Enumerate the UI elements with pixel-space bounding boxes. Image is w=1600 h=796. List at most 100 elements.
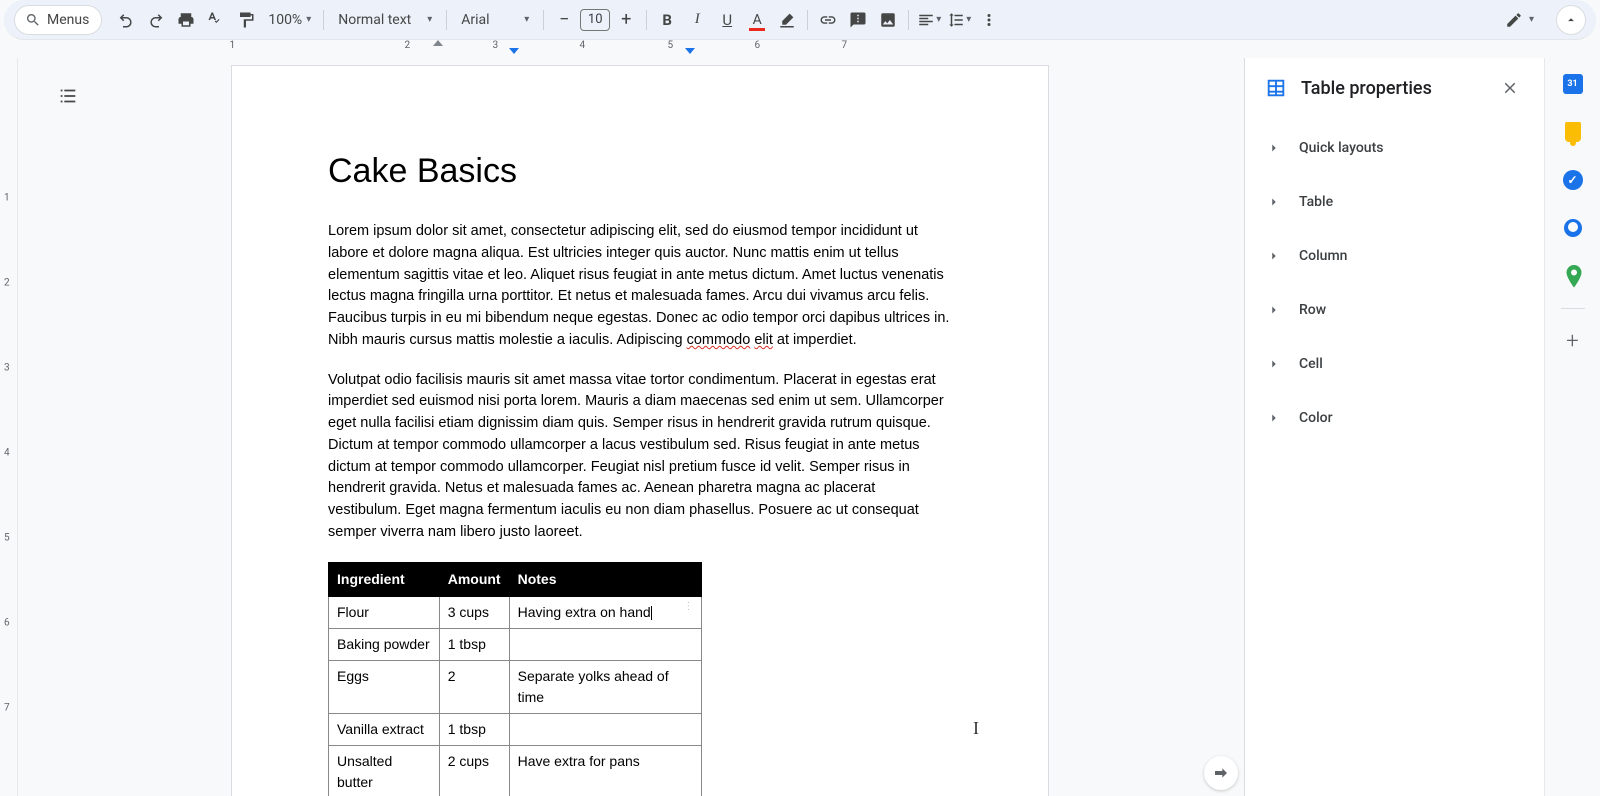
ingredients-table[interactable]: Ingredient Amount Notes Flour3 cupsHavin…: [328, 562, 702, 796]
table-cell[interactable]: 2: [439, 660, 509, 713]
search-icon: [25, 12, 41, 28]
document-title[interactable]: Cake Basics: [328, 146, 952, 197]
font-size-decrease-button[interactable]: −: [550, 6, 578, 34]
vertical-ruler[interactable]: 1 2 3 4 5 6 7: [0, 58, 18, 796]
maps-app-button[interactable]: [1553, 256, 1593, 296]
panel-section-column[interactable]: Column: [1245, 228, 1544, 282]
panel-section-label: Table: [1299, 194, 1333, 210]
ruler-tick: 4: [580, 40, 581, 50]
maps-icon: [1565, 265, 1581, 287]
table-cell[interactable]: Unsalted butter: [329, 745, 440, 796]
print-button[interactable]: [172, 6, 200, 34]
table-cell[interactable]: Eggs: [329, 660, 440, 713]
explore-button[interactable]: [1204, 756, 1238, 790]
menus-search[interactable]: Menus: [14, 5, 102, 35]
keep-icon: [1565, 122, 1581, 142]
redo-button[interactable]: [142, 6, 170, 34]
panel-section-color[interactable]: Color: [1245, 390, 1544, 444]
panel-section-quick-layouts[interactable]: Quick layouts: [1245, 120, 1544, 174]
separator: [323, 10, 324, 30]
underline-button[interactable]: U: [713, 6, 741, 34]
table-icon: [1265, 77, 1287, 99]
paragraph-style-select[interactable]: Normal text ▾: [330, 6, 440, 34]
chevron-right-icon: [1265, 411, 1283, 425]
zoom-select[interactable]: 100% ▾: [262, 6, 317, 34]
spellcheck-button[interactable]: [202, 6, 230, 34]
table-row[interactable]: Vanilla extract1 tbsp: [329, 713, 702, 745]
chevron-right-icon: [1265, 141, 1283, 155]
separator: [543, 10, 544, 30]
chevron-right-icon: [1265, 303, 1283, 317]
right-indent-marker[interactable]: [685, 48, 695, 54]
contacts-app-button[interactable]: [1553, 208, 1593, 248]
table-cell[interactable]: 1 tbsp: [439, 628, 509, 660]
first-line-indent[interactable]: [433, 40, 443, 46]
insert-image-button[interactable]: [874, 6, 902, 34]
format-paint-button[interactable]: [232, 6, 260, 34]
calendar-day: 31: [1567, 79, 1577, 89]
misspelled-word[interactable]: elit: [754, 332, 773, 348]
panel-section-label: Cell: [1299, 356, 1323, 372]
separator: [1561, 308, 1585, 309]
bold-button[interactable]: B: [653, 6, 681, 34]
table-cell[interactable]: Vanilla extract: [329, 713, 440, 745]
left-indent-marker[interactable]: [509, 48, 519, 54]
table-row[interactable]: Baking powder1 tbsp: [329, 628, 702, 660]
table-row[interactable]: Eggs2Separate yolks ahead of time: [329, 660, 702, 713]
hide-menus-button[interactable]: [1556, 5, 1586, 35]
align-button[interactable]: ▾: [915, 6, 943, 34]
panel-section-cell[interactable]: Cell: [1245, 336, 1544, 390]
text-cursor-icon: I: [973, 718, 979, 739]
calendar-app-button[interactable]: 31: [1553, 64, 1593, 104]
horizontal-ruler[interactable]: 1 2 3 4 5 6 7: [0, 40, 1600, 58]
undo-button[interactable]: [112, 6, 140, 34]
contacts-icon: [1564, 219, 1582, 237]
chevron-right-icon: [1265, 357, 1283, 371]
table-row[interactable]: Unsalted butter2 cupsHave extra for pans: [329, 745, 702, 796]
table-header-row[interactable]: Ingredient Amount Notes: [329, 562, 702, 596]
table-row[interactable]: Flour3 cupsHaving extra on hand⋮: [329, 596, 702, 628]
table-cell[interactable]: 3 cups: [439, 596, 509, 628]
cell-options-handle[interactable]: ⋮: [683, 602, 693, 612]
show-outline-button[interactable]: [50, 78, 86, 114]
tasks-app-button[interactable]: ✓: [1553, 160, 1593, 200]
text-caret: [651, 606, 652, 620]
separator: [807, 10, 808, 30]
table-cell[interactable]: 2 cups: [439, 745, 509, 796]
text-color-button[interactable]: A: [743, 6, 771, 34]
font-size-input[interactable]: 10: [580, 9, 610, 31]
more-button[interactable]: [975, 6, 1003, 34]
font-select[interactable]: Arial ▾: [453, 6, 537, 34]
font-size-increase-button[interactable]: +: [612, 6, 640, 34]
insert-comment-button[interactable]: [844, 6, 872, 34]
paragraph[interactable]: Volutpat odio facilisis mauris sit amet …: [328, 370, 952, 544]
misspelled-word[interactable]: commodo: [687, 332, 751, 348]
insert-link-button[interactable]: [814, 6, 842, 34]
table-cell[interactable]: 1 tbsp: [439, 713, 509, 745]
document-page[interactable]: Cake Basics Lorem ipsum dolor sit amet, …: [232, 66, 1048, 796]
italic-button[interactable]: I: [683, 6, 711, 34]
table-cell[interactable]: Have extra for pans: [509, 745, 702, 796]
keep-app-button[interactable]: [1553, 112, 1593, 152]
table-cell[interactable]: Baking powder: [329, 628, 440, 660]
highlight-button[interactable]: [773, 6, 801, 34]
ruler-tick: 5: [668, 40, 669, 50]
table-header-cell[interactable]: Ingredient: [329, 562, 440, 596]
table-cell[interactable]: Having extra on hand⋮: [509, 596, 702, 628]
paragraph[interactable]: Lorem ipsum dolor sit amet, consectetur …: [328, 221, 952, 352]
document-canvas[interactable]: Cake Basics Lorem ipsum dolor sit amet, …: [18, 58, 1244, 796]
close-panel-button[interactable]: [1496, 74, 1524, 102]
add-addon-button[interactable]: +: [1553, 321, 1593, 361]
table-header-cell[interactable]: Notes: [509, 562, 702, 596]
font-size-value: 10: [588, 12, 603, 27]
table-cell[interactable]: [509, 713, 702, 745]
line-spacing-button[interactable]: ▾: [945, 6, 973, 34]
mode-switch[interactable]: ▾: [1497, 5, 1542, 35]
table-cell[interactable]: [509, 628, 702, 660]
text-run: Lorem ipsum dolor sit amet, consectetur …: [328, 223, 949, 348]
table-header-cell[interactable]: Amount: [439, 562, 509, 596]
panel-section-table[interactable]: Table: [1245, 174, 1544, 228]
table-cell[interactable]: Flour: [329, 596, 440, 628]
panel-section-row[interactable]: Row: [1245, 282, 1544, 336]
table-cell[interactable]: Separate yolks ahead of time: [509, 660, 702, 713]
